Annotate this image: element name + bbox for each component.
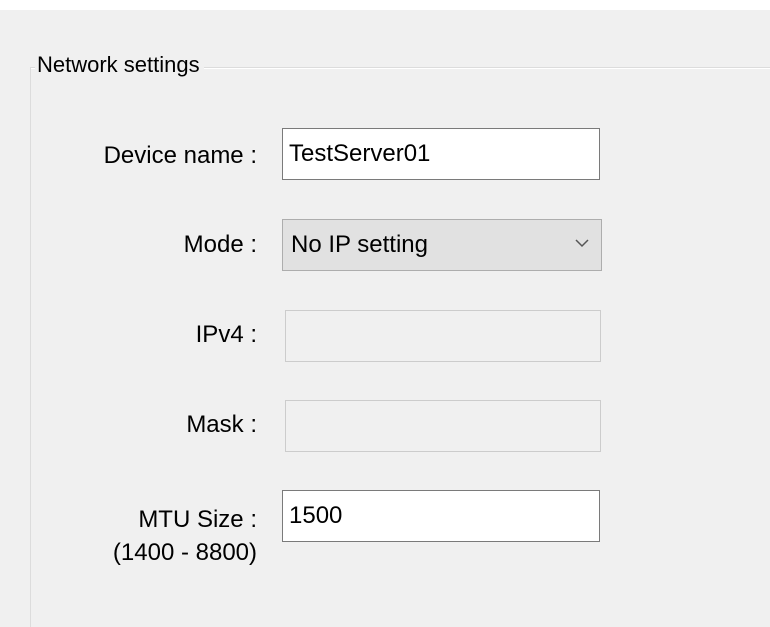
mode-select-value: No IP setting — [291, 231, 428, 258]
device-name-label: Device name : — [103, 142, 257, 169]
mask-field[interactable] — [285, 400, 601, 452]
network-settings-panel: Network settings Device name : Mode : No… — [0, 0, 770, 627]
chevron-down-icon[interactable] — [573, 234, 591, 252]
mtu-range-label: (1400 - 8800) — [112, 539, 257, 566]
ipv4-field[interactable] — [285, 310, 601, 362]
groupbox-title: Network settings — [35, 50, 204, 80]
ipv4-label: IPv4 : — [195, 321, 257, 348]
groupbox-left-border — [30, 67, 31, 627]
device-name-field[interactable] — [282, 128, 600, 180]
mode-label: Mode : — [183, 231, 257, 258]
top-strip — [0, 0, 770, 10]
mode-select[interactable]: No IP setting — [282, 219, 602, 271]
mtu-size-field[interactable] — [282, 490, 600, 542]
mask-label: Mask : — [186, 411, 257, 438]
mtu-size-label: MTU Size : — [138, 506, 257, 533]
